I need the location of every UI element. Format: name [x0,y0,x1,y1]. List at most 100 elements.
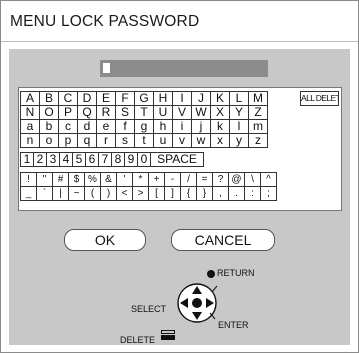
keyboard-key[interactable]: y [230,134,248,147]
keyboard-key[interactable]: H [154,92,172,105]
keyboard-key[interactable]: E [97,92,115,105]
keyboard-key[interactable]: ' [117,173,132,186]
keyboard-key[interactable]: N [21,106,39,119]
keyboard-key[interactable]: 9 [125,153,137,166]
keyboard-key[interactable]: 1 [21,153,33,166]
keyboard-key[interactable]: P [59,106,77,119]
keyboard-key[interactable]: s [116,134,134,147]
keyboard-key[interactable]: Q [78,106,96,119]
keyboard-key[interactable]: " [37,173,52,186]
keyboard-key[interactable]: Y [230,106,248,119]
keyboard-key[interactable]: I [173,92,191,105]
keyboard-key[interactable]: w [192,134,210,147]
keyboard-key[interactable]: % [85,173,100,186]
keyboard-key[interactable]: ; [261,187,276,200]
keyboard-key[interactable]: M [249,92,267,105]
keyboard-key[interactable]: m [249,120,267,133]
space-key[interactable]: SPACE [151,153,203,166]
keyboard-key[interactable]: B [40,92,58,105]
keyboard-key[interactable]: + [149,173,164,186]
keyboard-key[interactable]: $ [69,173,84,186]
keyboard-key[interactable]: b [40,120,58,133]
digit-keys: 1 2 3 4 5 6 7 8 9 0 SPACE [20,152,204,167]
keyboard-key[interactable]: d [78,120,96,133]
keyboard-key[interactable]: 3 [47,153,59,166]
keyboard-key[interactable]: l [230,120,248,133]
keyboard-key[interactable]: c [59,120,77,133]
keyboard-key[interactable]: z [249,134,267,147]
keyboard-key[interactable]: 5 [73,153,85,166]
keyboard-key[interactable]: | [53,187,68,200]
keyboard-key[interactable]: f [116,120,134,133]
keyboard-key[interactable]: } [197,187,212,200]
keyboard-key[interactable]: h [154,120,172,133]
keyboard-key[interactable]: { [181,187,196,200]
keyboard-key[interactable]: K [211,92,229,105]
keyboard-key[interactable]: ^ [261,173,276,186]
keyboard-key[interactable]: g [135,120,153,133]
keyboard-key[interactable]: : [245,187,260,200]
keyboard-key[interactable]: W [192,106,210,119]
keyboard-key[interactable]: v [173,134,191,147]
keyboard-key[interactable]: r [97,134,115,147]
keyboard-key[interactable]: L [230,92,248,105]
keyboard-key[interactable]: > [133,187,148,200]
keyboard-key[interactable]: * [133,173,148,186]
keyboard-key[interactable]: i [173,120,191,133]
keyboard-key[interactable]: # [53,173,68,186]
keyboard-key[interactable]: q [78,134,96,147]
keyboard-key[interactable]: n [21,134,39,147]
keyboard-key[interactable]: ] [165,187,180,200]
keyboard-key[interactable]: X [211,106,229,119]
keyboard-key[interactable]: 6 [86,153,98,166]
keyboard-key[interactable]: C [59,92,77,105]
keyboard-key[interactable]: p [59,134,77,147]
keyboard-key[interactable]: _ [21,187,36,200]
keyboard-key[interactable]: Z [249,106,267,119]
keyboard-key[interactable]: - [165,173,180,186]
keyboard-key[interactable]: = [197,173,212,186]
keyboard-key[interactable]: . [229,187,244,200]
keyboard-key[interactable]: u [154,134,172,147]
keyboard-key[interactable]: T [135,106,153,119]
ok-button[interactable]: OK [64,229,146,251]
keyboard-key[interactable]: V [173,106,191,119]
keyboard-key[interactable]: ` [37,187,52,200]
keyboard-key[interactable]: 0 [138,153,150,166]
keyboard-key[interactable]: < [117,187,132,200]
keyboard-key[interactable]: ) [101,187,116,200]
keyboard-key[interactable]: J [192,92,210,105]
keyboard-key[interactable]: ! [21,173,36,186]
keyboard-key[interactable]: R [97,106,115,119]
keyboard-key[interactable]: x [211,134,229,147]
keyboard-key[interactable]: t [135,134,153,147]
keyboard-key[interactable]: F [116,92,134,105]
keyboard-key[interactable]: ~ [69,187,84,200]
keyboard-key[interactable]: U [154,106,172,119]
keyboard-key[interactable]: o [40,134,58,147]
keyboard-key[interactable]: , [213,187,228,200]
keyboard-key[interactable]: 4 [60,153,72,166]
keyboard-key[interactable]: ( [85,187,100,200]
keyboard-key[interactable]: 7 [99,153,111,166]
keyboard-key[interactable]: j [192,120,210,133]
keyboard-key[interactable]: e [97,120,115,133]
keyboard-key[interactable]: 2 [34,153,46,166]
keyboard-key[interactable]: / [181,173,196,186]
keyboard-key[interactable]: 8 [112,153,124,166]
keyboard-key[interactable]: a [21,120,39,133]
cancel-button[interactable]: CANCEL [171,229,275,251]
keyboard-key[interactable]: k [211,120,229,133]
keyboard-key[interactable]: @ [229,173,244,186]
password-field[interactable] [100,60,268,77]
keyboard-key[interactable]: G [135,92,153,105]
keyboard-key[interactable]: A [21,92,39,105]
keyboard-key[interactable]: [ [149,187,164,200]
keyboard-key[interactable]: ? [213,173,228,186]
keyboard-key[interactable]: O [40,106,58,119]
keyboard-key[interactable]: \ [245,173,260,186]
keyboard-key[interactable]: D [78,92,96,105]
keyboard-key[interactable]: & [101,173,116,186]
keyboard-key[interactable]: S [116,106,134,119]
all-delete-button[interactable]: ALL DELETE [300,91,339,106]
